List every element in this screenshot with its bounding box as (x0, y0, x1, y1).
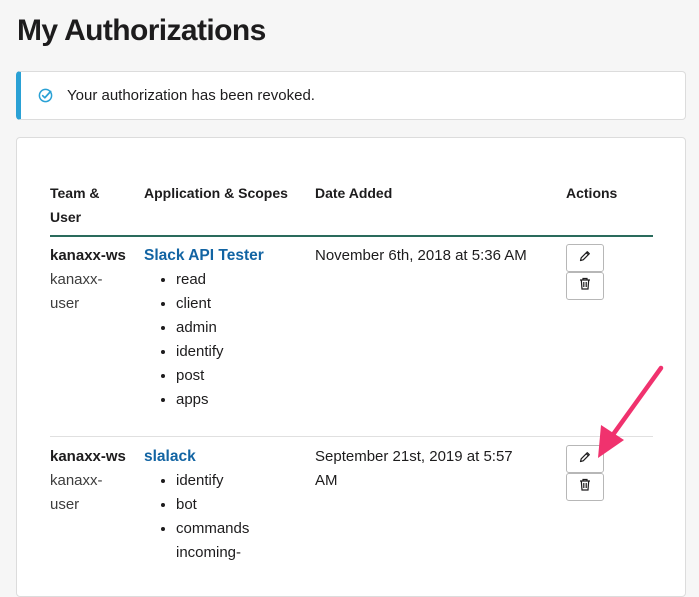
trash-icon (579, 478, 591, 496)
date-line: AM (315, 472, 338, 489)
scope-item: admin (176, 316, 304, 340)
date-line: September 21st, 2019 at 5:57 (315, 448, 513, 465)
edit-button[interactable] (566, 445, 604, 473)
user-name-line: kanaxx- (50, 472, 103, 489)
scope-list: read client admin identify post apps (144, 268, 304, 412)
user-name-line: user (50, 295, 80, 312)
date-added-cell: September 21st, 2019 at 5:57 AM (315, 445, 555, 493)
scope-item: read (176, 268, 304, 292)
check-circle-icon (38, 88, 53, 103)
row-divider (50, 436, 653, 437)
revoked-alert: Your authorization has been revoked. (16, 71, 686, 120)
app-link-slalack[interactable]: slalack (144, 445, 304, 469)
table-row: kanaxx-ws kanaxx- user Slack API Tester … (50, 244, 653, 424)
header-team-user: Team & User (50, 185, 100, 225)
scope-item: commands (176, 517, 304, 541)
table-header: Team & User Application & Scopes Date Ad… (50, 181, 653, 237)
alert-message: Your authorization has been revoked. (67, 87, 315, 104)
scope-item: post (176, 364, 304, 388)
scope-item: bot (176, 493, 304, 517)
delete-button[interactable] (566, 272, 604, 300)
app-scopes-cell: slalack identify bot commands incoming- (144, 445, 304, 565)
scope-item: identify (176, 469, 304, 493)
pencil-icon (579, 249, 591, 267)
pencil-icon (579, 450, 591, 468)
page-title: My Authorizations (17, 14, 266, 47)
team-user-cell: kanaxx-ws kanaxx- user (50, 445, 140, 517)
scope-list: identify bot commands incoming- (144, 469, 304, 565)
user-name-line: user (50, 496, 80, 513)
team-user-cell: kanaxx-ws kanaxx- user (50, 244, 140, 316)
delete-button[interactable] (566, 473, 604, 501)
app-link-slack-api-tester[interactable]: Slack API Tester (144, 244, 304, 268)
scope-item: apps (176, 388, 304, 412)
header-date-added: Date Added (315, 185, 393, 201)
header-actions: Actions (566, 185, 618, 201)
authorizations-card: Team & User Application & Scopes Date Ad… (16, 137, 686, 597)
app-scopes-cell: Slack API Tester read client admin ident… (144, 244, 304, 412)
scope-item: client (176, 292, 304, 316)
header-application-scopes: Application & Scopes (144, 185, 288, 201)
scope-item-partial: incoming- (176, 544, 242, 561)
edit-button[interactable] (566, 244, 604, 272)
date-added-cell: November 6th, 2018 at 5:36 AM (315, 244, 555, 268)
user-name-line: kanaxx- (50, 271, 103, 288)
team-name: kanaxx-ws (50, 448, 126, 465)
date-line: November 6th, 2018 at 5:36 AM (315, 247, 527, 264)
team-name: kanaxx-ws (50, 247, 126, 264)
scope-item: identify (176, 340, 304, 364)
trash-icon (579, 277, 591, 295)
